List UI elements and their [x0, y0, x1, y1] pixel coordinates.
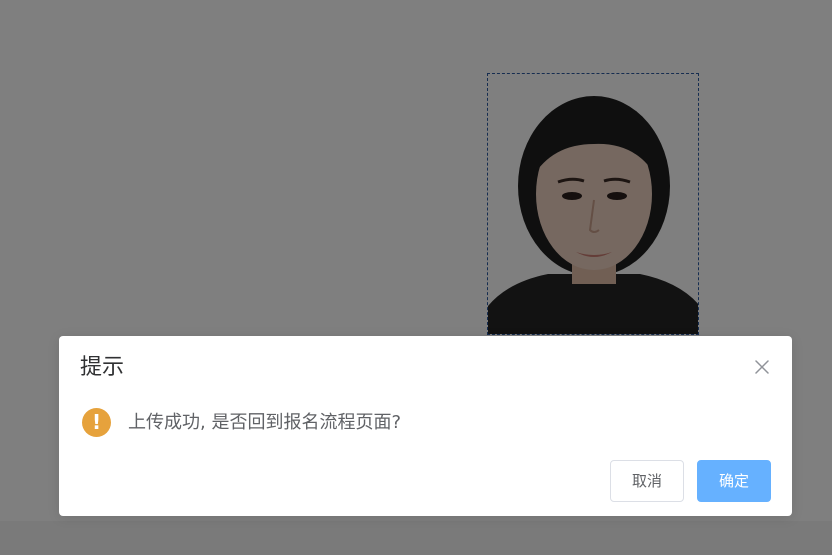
warning-icon-glyph: ! [91, 410, 102, 434]
confirm-button[interactable]: 确定 [697, 460, 771, 502]
page-footer-strip [0, 521, 832, 555]
close-button[interactable] [754, 359, 770, 375]
warning-icon: ! [82, 408, 111, 437]
dialog-title: 提示 [80, 355, 125, 380]
confirm-dialog: 提示 ! 上传成功, 是否回到报名流程页面? 取消 确定 [59, 336, 792, 516]
cancel-button[interactable]: 取消 [610, 460, 684, 502]
close-icon [755, 360, 769, 374]
dialog-message: 上传成功, 是否回到报名流程页面? [128, 412, 401, 433]
